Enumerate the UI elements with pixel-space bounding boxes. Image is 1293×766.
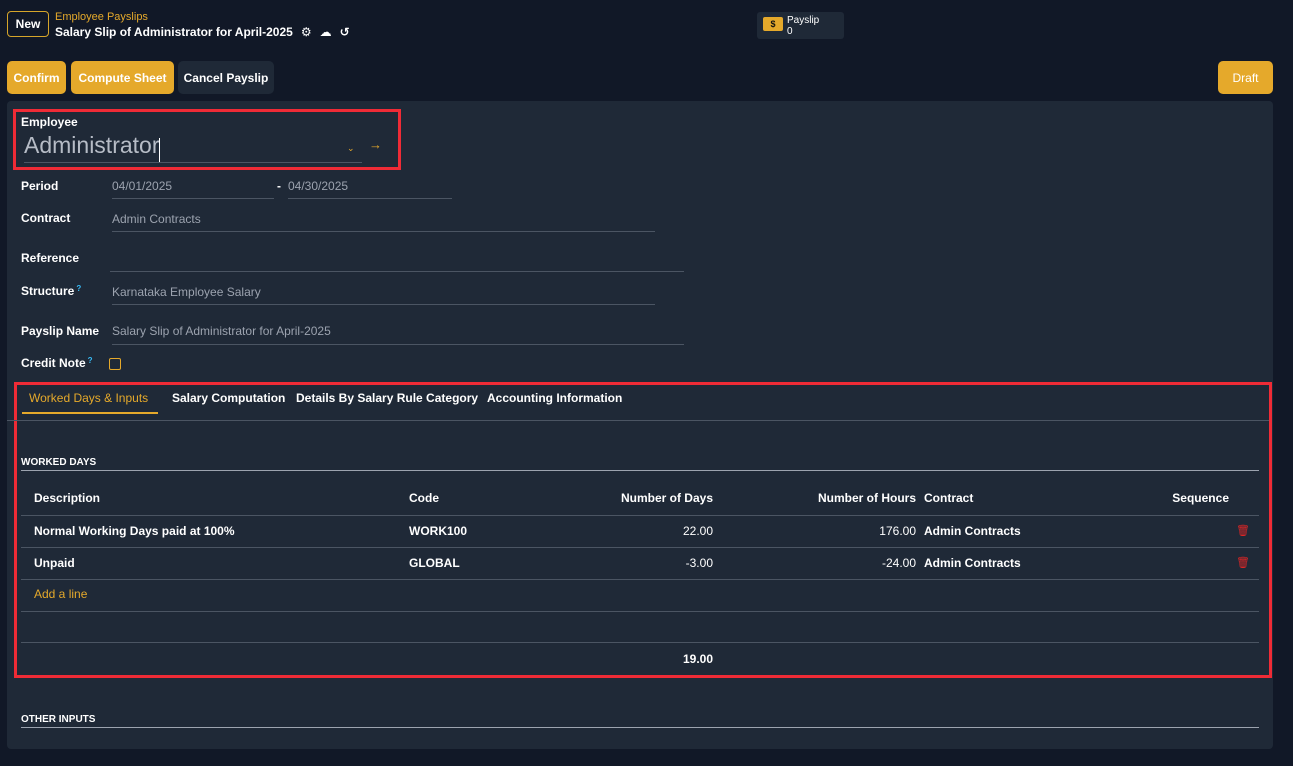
cell-contract: Admin Contracts xyxy=(924,556,1021,570)
payslip-stat-button[interactable]: $ Payslip 0 xyxy=(757,12,844,39)
trash-icon[interactable]: 🗑 xyxy=(1236,556,1250,569)
cell-description: Normal Working Days paid at 100% xyxy=(34,524,235,538)
reference-input[interactable] xyxy=(110,252,684,272)
period-separator: - xyxy=(277,179,281,193)
structure-input[interactable]: Karnataka Employee Salary xyxy=(112,285,655,305)
row-divider xyxy=(21,611,1259,612)
credit-note-label: Credit Note? xyxy=(21,356,93,370)
cell-contract: Admin Contracts xyxy=(924,524,1021,538)
cell-hours: 176.00 xyxy=(879,524,916,538)
cell-days: 22.00 xyxy=(682,524,713,538)
new-button[interactable]: New xyxy=(7,11,49,37)
column-code[interactable]: Code xyxy=(409,491,439,505)
section-divider xyxy=(21,727,1259,728)
add-line-link[interactable]: Add a line xyxy=(34,587,87,601)
payslip-name-input[interactable]: Salary Slip of Administrator for April-2… xyxy=(112,324,684,345)
row-divider xyxy=(21,642,1259,643)
column-contract[interactable]: Contract xyxy=(924,491,973,505)
contract-input[interactable]: Admin Contracts xyxy=(112,212,655,232)
total-days: 19.00 xyxy=(682,652,713,666)
table-row[interactable]: Normal Working Days paid at 100% WORK100… xyxy=(21,516,1259,547)
reference-label: Reference xyxy=(21,251,80,265)
tab-worked-days-inputs[interactable]: Worked Days & Inputs xyxy=(29,391,148,405)
structure-label: Structure? xyxy=(21,284,82,298)
cloud-upload-icon[interactable]: ☁ xyxy=(320,25,332,39)
tabs-divider xyxy=(7,420,1269,421)
tab-accounting-information[interactable]: Accounting Information xyxy=(487,391,622,405)
cell-code: WORK100 xyxy=(409,524,468,538)
column-number-of-hours[interactable]: Number of Hours xyxy=(760,491,916,505)
cell-days: -3.00 xyxy=(685,556,713,570)
breadcrumb-title: Salary Slip of Administrator for April-2… xyxy=(55,25,350,39)
help-tooltip-icon[interactable]: ? xyxy=(88,356,93,365)
active-tab-indicator xyxy=(22,412,158,414)
status-draft-badge[interactable]: Draft xyxy=(1218,61,1273,94)
row-divider xyxy=(21,579,1259,580)
employee-label: Employee xyxy=(21,115,78,129)
worked-days-title: WORKED DAYS xyxy=(21,457,97,468)
column-description[interactable]: Description xyxy=(34,491,100,505)
undo-icon[interactable]: ↺ xyxy=(340,25,350,39)
section-divider xyxy=(21,470,1259,471)
period-end-input[interactable]: 04/30/2025 xyxy=(288,179,452,199)
cell-description: Unpaid xyxy=(34,556,75,570)
compute-sheet-button[interactable]: Compute Sheet xyxy=(71,61,174,94)
stat-label: Payslip xyxy=(787,15,820,26)
column-sequence[interactable]: Sequence xyxy=(1100,491,1229,505)
table-row[interactable]: Unpaid GLOBAL -3.00 -24.00 Admin Contrac… xyxy=(21,548,1259,579)
arrow-right-icon[interactable]: → xyxy=(369,137,382,152)
tab-salary-computation[interactable]: Salary Computation xyxy=(172,391,285,405)
payslip-name-label: Payslip Name xyxy=(21,324,100,338)
cancel-payslip-button[interactable]: Cancel Payslip xyxy=(178,61,274,94)
trash-icon[interactable]: 🗑 xyxy=(1236,524,1250,537)
breadcrumb-parent-link[interactable]: Employee Payslips xyxy=(55,11,148,23)
dropdown-caret-icon[interactable]: ⌄ xyxy=(347,143,355,154)
period-start-input[interactable]: 04/01/2025 xyxy=(112,179,274,199)
credit-note-checkbox[interactable] xyxy=(109,358,121,370)
other-inputs-title: OTHER INPUTS xyxy=(21,714,96,725)
gear-icon[interactable]: ⚙ xyxy=(301,25,312,39)
cell-hours: -24.00 xyxy=(881,556,916,570)
contract-label: Contract xyxy=(21,211,71,225)
record-title: Salary Slip of Administrator for April-2… xyxy=(55,25,293,39)
money-icon: $ xyxy=(763,17,783,31)
cell-code: GLOBAL xyxy=(409,556,460,570)
period-label: Period xyxy=(21,179,59,193)
confirm-button[interactable]: Confirm xyxy=(7,61,66,94)
stat-count: 0 xyxy=(787,26,793,37)
help-tooltip-icon[interactable]: ? xyxy=(76,284,81,293)
column-number-of-days[interactable]: Number of Days xyxy=(560,491,713,505)
tab-details-by-salary-rule-category[interactable]: Details By Salary Rule Category xyxy=(296,391,478,405)
employee-input[interactable]: Administrator xyxy=(24,132,362,163)
